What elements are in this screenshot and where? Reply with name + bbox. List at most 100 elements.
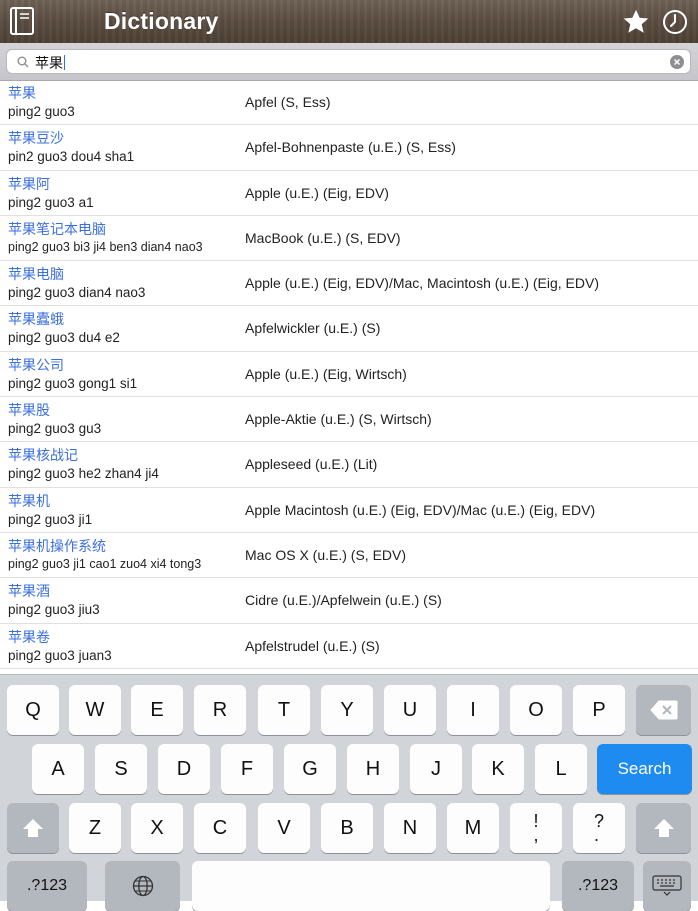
entry-meaning: Mac OS X (u.E.) (S, EDV) [245,546,407,563]
key-p[interactable]: P [573,685,625,735]
key-question-period[interactable]: ? . [573,803,625,853]
entry-meaning: Apfel-Bohnenpaste (u.E.) (S, Ess) [245,139,456,156]
search-bar: 苹果 [0,43,698,81]
entry-pinyin: ping2 guo3 jiu3 [8,602,100,618]
key-x[interactable]: X [131,803,183,853]
entry-hanzi: 苹果股 [8,403,50,420]
on-screen-keyboard: Q W E R T Y U I O P A S D F G H J K L Se… [0,674,698,911]
hide-keyboard-key[interactable] [643,861,691,911]
search-icon [17,56,29,68]
key-v[interactable]: V [258,803,310,853]
list-item[interactable]: 苹果机操作系统 ping2 guo3 ji1 cao1 zuo4 xi4 ton… [0,533,698,579]
entry-hanzi: 苹果 [8,86,36,102]
key-i[interactable]: I [447,685,499,735]
key-d[interactable]: D [158,744,210,794]
entry-meaning: Apple (u.E.) (Eig, EDV)/Mac, Macintosh (… [245,275,599,292]
list-item[interactable]: 苹果笔记本电脑 ping2 guo3 bi3 ji4 ben3 dian4 na… [0,216,698,262]
entry-pinyin: ping2 guo3 dian4 nao3 [8,285,146,301]
key-a[interactable]: A [32,744,84,794]
space-key[interactable] [192,861,550,911]
list-item[interactable]: 苹果酒 ping2 guo3 jiu3 Cidre (u.E.)/Apfelwe… [0,578,698,624]
star-icon[interactable] [622,8,650,36]
book-icon[interactable] [10,7,34,35]
list-item[interactable]: 苹果 ping2 guo3 Apfel (S, Ess) [0,80,698,126]
entry-hanzi: 苹果笔记本电脑 [8,221,106,238]
list-item[interactable]: 苹果电脑 ping2 guo3 dian4 nao3 Apple (u.E.) … [0,261,698,307]
list-item[interactable]: 苹果机 ping2 guo3 ji1 Apple Macintosh (u.E.… [0,488,698,533]
entry-pinyin: ping2 guo3 bi3 ji4 ben3 dian4 nao3 [8,239,203,254]
entry-pinyin: ping2 guo3 ji1 cao1 zuo4 xi4 tong3 [8,556,202,571]
list-item[interactable]: 苹果蠹蛾 ping2 guo3 du4 e2 Apfelwickler (u.E… [0,306,698,352]
key-b[interactable]: B [321,803,373,853]
entry-pinyin: ping2 guo3 [8,104,75,119]
entry-hanzi: 苹果酒 [8,584,50,601]
entry-hanzi: 苹果豆沙 [8,131,64,148]
list-item[interactable]: 苹果阿 ping2 guo3 a1 Apple (u.E.) (Eig, EDV… [0,171,698,216]
entry-hanzi: 苹果卷 [8,629,50,646]
globe-icon [132,875,153,897]
search-key[interactable]: Search [597,744,692,794]
list-item[interactable]: 苹果卷 ping2 guo3 juan3 Apfelstrudel (u.E.)… [0,624,698,669]
key-exclaim-comma[interactable]: ! , [510,803,562,853]
key-c[interactable]: C [194,803,246,853]
list-item[interactable]: 苹果核战记 ping2 guo3 he2 zhan4 ji4 Appleseed… [0,442,698,488]
key-y[interactable]: Y [321,685,373,735]
key-k[interactable]: K [472,744,524,794]
backspace-key[interactable] [636,685,691,735]
entry-pinyin: ping2 guo3 juan3 [8,647,112,663]
search-query: 苹果 [35,55,65,71]
key-m[interactable]: M [447,803,499,853]
entry-hanzi: 苹果机操作系统 [8,538,106,555]
list-item[interactable]: 苹果股 ping2 guo3 gu3 Apple-Aktie (u.E.) (S… [0,397,698,443]
search-input[interactable]: 苹果 [6,49,691,74]
entry-hanzi: 苹果机 [8,493,50,510]
page-title: Dictionary [104,8,219,34]
list-item[interactable]: 苹果豆沙 pin2 guo3 dou4 sha1 Apfel-Bohnenpas… [0,125,698,171]
entry-meaning: MacBook (u.E.) (S, EDV) [245,229,401,246]
results-list[interactable]: 苹果 ping2 guo3 Apfel (S, Ess) 苹果豆沙 pin2 g… [0,80,698,674]
shift-icon [23,819,43,837]
key-w[interactable]: W [69,685,121,735]
shift-icon [653,819,674,837]
entry-hanzi: 苹果公司 [8,357,64,374]
key-t[interactable]: T [258,685,310,735]
entry-hanzi: 苹果电脑 [8,267,64,284]
numbers-key-right[interactable]: .?123 [562,861,634,911]
entry-meaning: Apple (u.E.) (Eig, EDV) [245,184,389,201]
numbers-key-left[interactable]: .?123 [7,861,87,911]
entry-hanzi: 苹果核战记 [8,448,78,465]
key-h[interactable]: H [347,744,399,794]
entry-meaning: Apfelwickler (u.E.) (S) [245,320,381,337]
entry-meaning: Apfelstrudel (u.E.) (S) [245,637,380,654]
entry-pinyin: ping2 guo3 he2 zhan4 ji4 [8,466,159,482]
entry-meaning: Appleseed (u.E.) (Lit) [245,456,378,473]
key-u[interactable]: U [384,685,436,735]
entry-meaning: Apfel (S, Ess) [245,94,331,110]
keyboard-dismiss-icon [652,875,682,896]
history-clock-icon[interactable] [662,9,688,35]
key-o[interactable]: O [510,685,562,735]
list-item[interactable]: 苹果公司 ping2 guo3 gong1 si1 Apple (u.E.) (… [0,352,698,398]
key-g[interactable]: G [284,744,336,794]
backspace-icon [649,700,677,720]
entry-pinyin: ping2 guo3 gu3 [8,421,102,437]
key-f[interactable]: F [221,744,273,794]
text-cursor [64,55,65,70]
key-e[interactable]: E [131,685,183,735]
entry-pinyin: ping2 guo3 gong1 si1 [8,375,138,391]
clear-icon[interactable] [670,55,684,69]
entry-hanzi: 苹果阿 [8,176,50,193]
key-q[interactable]: Q [7,685,59,735]
key-n[interactable]: N [384,803,436,853]
key-z[interactable]: Z [69,803,121,853]
entry-pinyin: ping2 guo3 ji1 [8,511,93,527]
shift-key-left[interactable] [7,803,59,853]
key-j[interactable]: J [410,744,462,794]
key-s[interactable]: S [95,744,147,794]
key-r[interactable]: R [194,685,246,735]
entry-pinyin: ping2 guo3 a1 [8,194,94,210]
key-l[interactable]: L [535,744,587,794]
globe-key[interactable] [105,861,180,911]
shift-key-right[interactable] [636,803,691,853]
entry-meaning: Apple-Aktie (u.E.) (S, Wirtsch) [245,411,432,428]
